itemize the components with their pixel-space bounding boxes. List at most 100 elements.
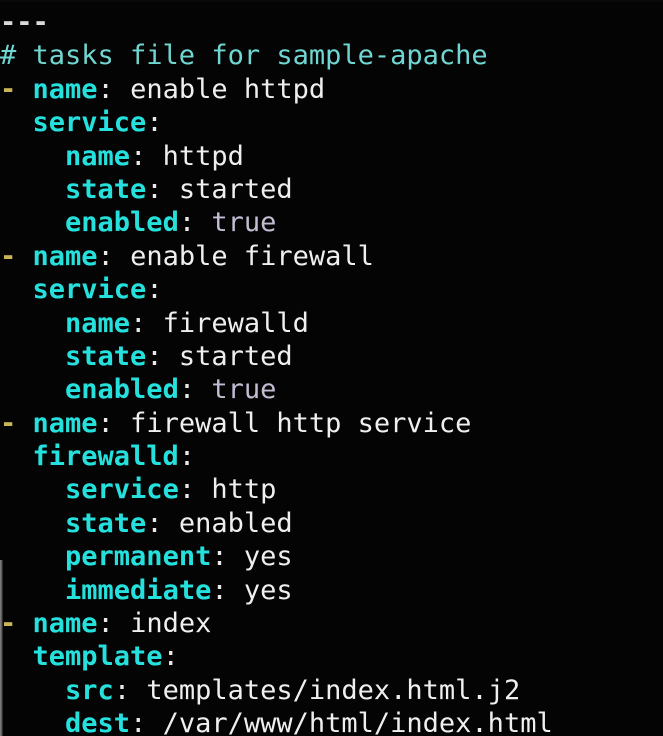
yaml-boolean-value: true — [211, 207, 277, 239]
yaml-value: yes — [243, 541, 293, 573]
code-line: template: — [0, 640, 663, 673]
yaml-key: name — [65, 140, 131, 172]
yaml-value: started — [178, 173, 293, 205]
yaml-key: service — [32, 107, 147, 139]
list-dash: - — [0, 73, 33, 105]
yaml-key: dest — [65, 708, 131, 736]
document-start-marker: --- — [0, 7, 49, 38]
yaml-value: firewalld — [162, 307, 309, 339]
yaml-value: httpd — [162, 140, 244, 172]
yaml-key: state — [65, 173, 147, 205]
list-dash: - — [0, 407, 33, 439]
yaml-colon: : — [146, 274, 163, 306]
yaml-colon: : — [146, 173, 179, 205]
yaml-key: service — [65, 474, 179, 506]
code-line: name: httpd — [0, 140, 663, 173]
code-line: firewalld: — [0, 440, 663, 473]
code-line: enabled: true — [0, 206, 663, 239]
yaml-key: name — [32, 240, 98, 272]
code-line: immediate: yes — [0, 574, 663, 607]
code-line: - name: index — [0, 607, 663, 640]
yaml-key: enabled — [65, 207, 179, 239]
yaml-value: started — [178, 340, 293, 372]
code-line: permanent: yes — [0, 540, 663, 573]
yaml-colon: : — [178, 207, 212, 239]
yaml-key: template — [32, 641, 163, 673]
code-line: - name: enable httpd — [0, 73, 663, 106]
yaml-colon: : — [130, 140, 163, 172]
list-dash: - — [0, 608, 33, 640]
yaml-value: /var/www/html/index.html — [162, 708, 553, 736]
code-line: enabled: true — [0, 373, 663, 406]
yaml-colon: : — [113, 674, 147, 706]
yaml-colon: : — [130, 307, 163, 339]
yaml-colon: : — [97, 240, 131, 272]
code-line: src: templates/index.html.j2 — [0, 674, 663, 707]
yaml-colon: : — [178, 441, 196, 473]
yaml-colon: : — [97, 73, 131, 105]
yaml-key: state — [65, 507, 147, 539]
code-line: service: — [0, 273, 663, 306]
list-dash: - — [0, 240, 33, 272]
code-line: --- — [0, 6, 663, 39]
yaml-key: permanent — [65, 541, 212, 573]
yaml-value: enable httpd — [130, 73, 326, 105]
yaml-colon: : — [146, 340, 179, 372]
yaml-colon: : — [146, 107, 163, 139]
yaml-value: firewall http service — [130, 407, 472, 439]
yaml-colon: : — [97, 407, 131, 439]
code-line: # tasks file for sample-apache — [0, 39, 663, 72]
terminal-window[interactable]: --- # tasks file for sample-apache - name:… — [0, 0, 663, 736]
yaml-colon: : — [211, 574, 244, 606]
yaml-comment: # tasks file for sample-apache — [0, 40, 488, 72]
code-line: state: started — [0, 340, 663, 373]
yaml-key: name — [32, 73, 98, 105]
code-line: service: — [0, 106, 663, 139]
yaml-key: name — [32, 608, 98, 640]
yaml-key: firewalld — [32, 441, 179, 473]
code-line: state: enabled — [0, 507, 663, 540]
yaml-value: index — [130, 608, 212, 640]
yaml-boolean-value: true — [211, 374, 277, 406]
yaml-colon: : — [211, 541, 244, 573]
yaml-value: yes — [243, 574, 293, 606]
yaml-value: http — [211, 474, 277, 506]
yaml-key: state — [65, 340, 147, 372]
yaml-value: templates/index.html.j2 — [146, 674, 521, 706]
yaml-colon: : — [178, 374, 212, 406]
yaml-value: enabled — [178, 507, 293, 539]
code-line: - name: firewall http service — [0, 407, 663, 440]
yaml-key: name — [65, 307, 131, 339]
code-line: name: firewalld — [0, 307, 663, 340]
yaml-code-listing[interactable]: --- # tasks file for sample-apache - name:… — [0, 0, 663, 736]
code-line: state: started — [0, 173, 663, 206]
yaml-key: name — [32, 407, 98, 439]
yaml-colon: : — [162, 641, 179, 673]
yaml-key: src — [65, 674, 114, 706]
yaml-value: enable firewall — [130, 240, 374, 272]
yaml-key: immediate — [65, 574, 212, 606]
yaml-colon: : — [178, 474, 212, 506]
yaml-colon: : — [97, 608, 131, 640]
yaml-colon: : — [130, 708, 163, 736]
code-line: - name: enable firewall — [0, 240, 663, 273]
yaml-key: service — [32, 274, 147, 306]
code-line: service: http — [0, 473, 663, 506]
code-line: dest: /var/www/html/index.html — [0, 707, 663, 736]
